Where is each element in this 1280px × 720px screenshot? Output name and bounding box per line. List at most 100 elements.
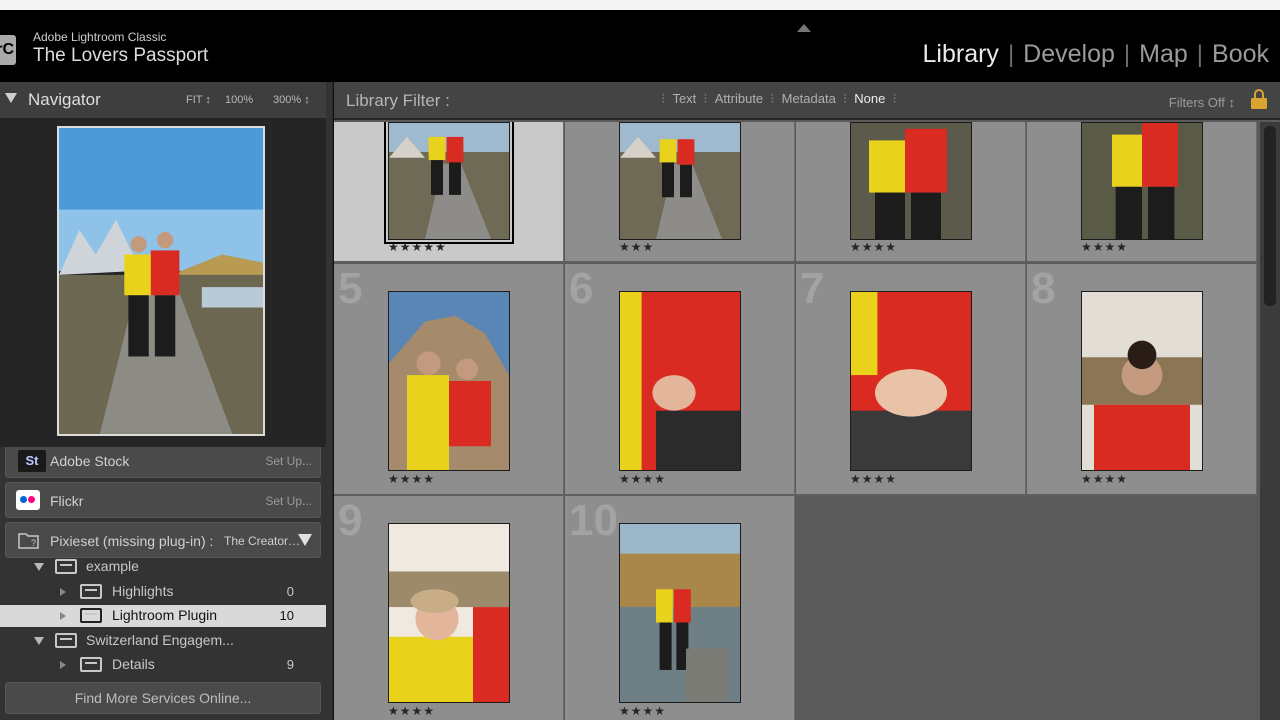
star-rating[interactable]: ★★★★ — [850, 240, 897, 254]
lock-icon[interactable] — [1251, 89, 1267, 109]
module-library[interactable]: Library — [914, 40, 1008, 69]
tree-collection-set-switzerland[interactable]: Switzerland Engagem... — [0, 630, 326, 652]
filter-options: ⁝ Text ⁝ Attribute ⁝ Metadata ⁝ None ⁝ — [661, 90, 897, 106]
scrollbar-thumb[interactable] — [1264, 126, 1276, 306]
navigator-title: Navigator — [28, 90, 101, 109]
module-picker: Library | Develop | Map | Book — [914, 40, 1278, 69]
navigator-panel: Navigator FIT ↕ 100% 300% ↕ — [0, 82, 326, 447]
grid-cell[interactable]: 7 ★★★★ — [796, 264, 1026, 496]
star-rating[interactable]: ★★★★ — [388, 704, 435, 718]
flickr-icon — [16, 490, 40, 510]
tree-collection-highlights[interactable]: Highlights 0 — [0, 581, 326, 603]
tree-item-count: 9 — [286, 657, 294, 672]
library-filter-bar: Library Filter : ⁝ Text ⁝ Attribute ⁝ Me… — [334, 82, 1280, 120]
photo-thumbnail[interactable] — [850, 122, 972, 240]
tree-item-label: Lightroom Plugin — [112, 607, 218, 623]
tree-item-count: 0 — [286, 584, 294, 599]
photo-thumbnail[interactable] — [619, 291, 741, 471]
flickr-setup-link[interactable]: Set Up... — [265, 494, 312, 508]
filter-metadata[interactable]: Metadata — [782, 91, 836, 106]
published-collection-icon — [80, 584, 102, 599]
library-filter-label: Library Filter : — [346, 91, 450, 110]
tree-collection-details[interactable]: Details 9 — [0, 654, 326, 676]
star-rating[interactable]: ★★★ — [619, 240, 654, 254]
filter-attribute[interactable]: Attribute — [715, 91, 763, 106]
grid-cell[interactable]: ★★★★ — [796, 122, 1026, 263]
disclosure-triangle-icon[interactable] — [60, 661, 66, 669]
pixieset-label: Pixieset (missing plug-in) : — [50, 533, 214, 549]
tree-item-count: 10 — [279, 608, 294, 623]
adobe-stock-label: Adobe Stock — [50, 453, 130, 469]
cell-index-number: 10 — [569, 496, 618, 545]
publish-service-adobe-stock[interactable]: St Adobe Stock Set Up... — [5, 442, 321, 478]
zoom-300-option[interactable]: 300% ↕ — [273, 94, 310, 106]
photo-thumbnail[interactable] — [850, 291, 972, 471]
lightroom-classic-logo: rC — [0, 35, 16, 65]
collapse-top-panel-icon[interactable] — [797, 24, 811, 32]
grid-cell[interactable]: 6 ★★★★ — [565, 264, 795, 496]
photo-thumbnail[interactable] — [1081, 122, 1203, 240]
tree-item-label: Highlights — [112, 583, 174, 599]
filter-none[interactable]: None — [854, 91, 885, 106]
star-rating[interactable]: ★★★★★ — [388, 240, 447, 254]
expand-triangle-icon[interactable] — [34, 563, 44, 571]
thumbnail-grid: ★★★★★ ★★★ ★★★★ ★★★★ 5 ★★★★ 6 ★★★★ 7 ★★★★… — [334, 122, 1261, 720]
star-rating[interactable]: ★★★★ — [1081, 472, 1128, 486]
star-rating[interactable]: ★★★★ — [619, 472, 666, 486]
collection-set-icon — [55, 633, 77, 648]
tree-collection-lightroom-plugin[interactable]: Lightroom Plugin 10 — [0, 605, 326, 627]
zoom-100-option[interactable]: 100% — [225, 94, 253, 106]
photo-thumbnail[interactable] — [1081, 291, 1203, 471]
published-collection-icon — [80, 608, 102, 623]
expand-triangle-icon[interactable] — [34, 637, 44, 645]
tree-item-label: example — [86, 558, 139, 574]
cell-index-number: 5 — [338, 264, 363, 313]
photo-thumbnail[interactable] — [388, 523, 510, 703]
module-develop[interactable]: Develop — [1014, 40, 1124, 69]
publish-service-pixieset[interactable]: ? Pixieset (missing plug-in) : The Creat… — [5, 522, 321, 558]
find-more-services-button[interactable]: Find More Services Online... — [5, 682, 321, 714]
grid-cell[interactable]: 10 ★★★★ — [565, 496, 795, 720]
adobe-stock-icon: St — [18, 450, 46, 472]
star-rating[interactable]: ★★★★ — [1081, 240, 1128, 254]
tree-collection-set-example[interactable]: example — [0, 556, 326, 578]
catalog-name: The Lovers Passport — [33, 45, 209, 66]
navigator-preview-area[interactable] — [0, 118, 326, 447]
adobe-stock-setup-link[interactable]: Set Up... — [265, 454, 312, 468]
tree-item-label: Details — [112, 656, 155, 672]
cell-index-number: 6 — [569, 264, 594, 313]
photo-thumbnail[interactable] — [619, 523, 741, 703]
folder-question-icon: ? — [18, 533, 39, 549]
collapse-triangle-icon[interactable] — [5, 93, 17, 103]
photo-thumbnail[interactable] — [384, 122, 514, 244]
filter-presets-dropdown[interactable]: Filters Off ↕ — [1169, 95, 1235, 110]
grid-cell[interactable]: ★★★★★ — [334, 122, 564, 263]
grid-cell[interactable]: 9 ★★★★ — [334, 496, 564, 720]
grid-cell[interactable]: 5 ★★★★ — [334, 264, 564, 496]
grid-cell[interactable]: ★★★★ — [1027, 122, 1257, 263]
photo-thumbnail[interactable] — [619, 122, 741, 240]
pixieset-menu-triangle-icon[interactable] — [298, 534, 312, 546]
flickr-label: Flickr — [50, 493, 84, 509]
photo-thumbnail[interactable] — [388, 291, 510, 471]
star-rating[interactable]: ★★★★ — [619, 704, 666, 718]
svg-text:?: ? — [31, 538, 36, 548]
publish-service-flickr[interactable]: Flickr Set Up... — [5, 482, 321, 518]
star-rating[interactable]: ★★★★ — [388, 472, 435, 486]
grid-cell[interactable]: ★★★ — [565, 122, 795, 263]
navigator-header[interactable]: Navigator FIT ↕ 100% 300% ↕ — [0, 82, 326, 118]
grid-scrollbar[interactable] — [1260, 122, 1280, 720]
left-panel: St Adobe Stock Set Up... Flickr Set Up..… — [0, 82, 332, 720]
module-map[interactable]: Map — [1130, 40, 1197, 69]
navigator-preview-photo — [57, 126, 265, 436]
star-rating[interactable]: ★★★★ — [850, 472, 897, 486]
cell-index-number: 7 — [800, 264, 825, 313]
top-strip — [0, 0, 1280, 10]
disclosure-triangle-icon[interactable] — [60, 588, 66, 596]
zoom-fit-option[interactable]: FIT ↕ — [186, 94, 211, 106]
module-book[interactable]: Book — [1203, 40, 1278, 69]
grid-cell[interactable]: 8 ★★★★ — [1027, 264, 1257, 496]
filter-text[interactable]: Text — [672, 91, 696, 106]
lightroom-window: rC Adobe Lightroom Classic The Lovers Pa… — [0, 0, 1280, 720]
disclosure-triangle-icon[interactable] — [60, 612, 66, 620]
